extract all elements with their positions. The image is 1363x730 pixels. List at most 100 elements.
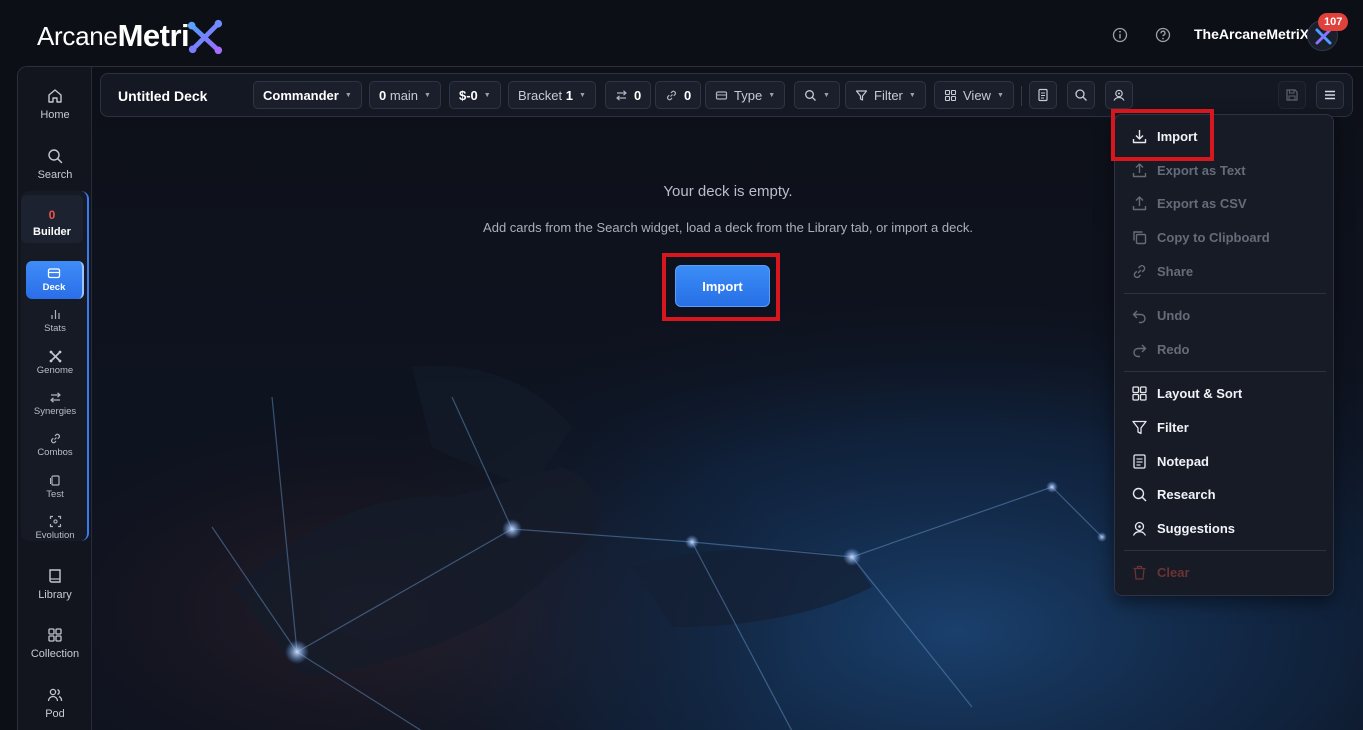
sidebar-item-label: Test <box>46 489 64 500</box>
sidebar-item-home[interactable]: Home <box>18 87 92 121</box>
sidebar-subitem-genome[interactable]: Genome <box>18 350 92 376</box>
sidebar-item-label: Genome <box>36 365 74 376</box>
upload-icon <box>1132 195 1147 210</box>
save-button[interactable] <box>1278 81 1306 109</box>
sidebar-item-library[interactable]: Library <box>18 567 92 601</box>
highlight-box <box>1111 109 1214 161</box>
deck-actions-menu: Import Export as Text Export as CSV Copy… <box>1114 114 1334 596</box>
sidebar-item-label: Deck <box>42 282 66 293</box>
main-count-dropdown[interactable]: 0 main ▼ <box>369 81 441 109</box>
menu-item-export-csv[interactable]: Export as CSV <box>1131 193 1247 213</box>
combo-count-button[interactable]: 0 <box>655 81 702 109</box>
menu-item-label: Suggestions <box>1157 520 1236 536</box>
card-icon <box>715 90 728 100</box>
bar-chart-icon <box>50 310 60 319</box>
card-icon <box>47 268 61 279</box>
username[interactable]: TheArcaneMetriX <box>1194 26 1309 42</box>
menu-item-clear[interactable]: Clear <box>1131 562 1190 582</box>
menu-item-notepad[interactable]: Notepad <box>1131 451 1209 471</box>
sidebar-subitem-deck[interactable]: Deck <box>26 261 84 299</box>
research-button[interactable] <box>1067 81 1095 109</box>
undo-icon <box>1132 310 1146 323</box>
filter-dropdown[interactable]: Filter ▼ <box>845 81 926 109</box>
menu-item-copy-clipboard[interactable]: Copy to Clipboard <box>1131 227 1270 247</box>
sidebar-subitem-stats[interactable]: Stats <box>18 308 92 334</box>
search-icon <box>48 149 63 164</box>
logo-x-icon <box>188 19 223 55</box>
search-icon <box>1132 487 1147 502</box>
grid-icon <box>48 628 62 642</box>
menu-item-label: Layout & Sort <box>1157 385 1243 401</box>
chevron-down-icon: ▼ <box>996 91 1004 99</box>
grid-icon <box>1132 385 1147 401</box>
filter-label: Filter <box>874 87 903 103</box>
sidebar-item-label: Combos <box>37 447 73 458</box>
notepad-icon <box>1133 453 1146 469</box>
combo-count-value: 0 <box>684 87 692 103</box>
filter-icon <box>855 89 868 101</box>
notification-badge[interactable]: 107 <box>1318 13 1349 31</box>
sidebar-item-label: Evolution <box>35 530 75 541</box>
help-icon[interactable] <box>1155 27 1171 43</box>
suggestions-button[interactable] <box>1105 81 1133 109</box>
grid-icon <box>944 89 957 101</box>
menu-divider <box>1124 293 1326 294</box>
filter-icon <box>1132 420 1147 434</box>
price-value: $-0 <box>459 87 478 103</box>
menu-item-export-text[interactable]: Export as Text <box>1131 160 1246 180</box>
builder-count: 0 <box>48 208 56 222</box>
sidebar-subitem-combos[interactable]: Combos <box>18 432 92 458</box>
logo-text-metri: Metri <box>117 18 190 53</box>
menu-item-undo[interactable]: Undo <box>1131 305 1190 325</box>
menu-item-layout-sort[interactable]: Layout & Sort <box>1131 383 1242 403</box>
sidebar-subitem-test[interactable]: Test <box>18 474 92 500</box>
sidebar-item-search[interactable]: Search <box>18 147 92 181</box>
price-dropdown[interactable]: $-0 ▼ <box>449 81 501 109</box>
menu-item-share[interactable]: Share <box>1131 261 1193 281</box>
sidebar-item-collection[interactable]: Collection <box>18 626 92 660</box>
menu-item-label: Export as CSV <box>1157 195 1247 211</box>
sidebar-item-pod[interactable]: Pod <box>18 686 92 720</box>
view-dropdown[interactable]: View ▼ <box>934 81 1014 109</box>
redo-icon <box>1133 344 1147 357</box>
menu-item-label: Filter <box>1157 419 1189 435</box>
chevron-down-icon: ▼ <box>344 91 352 99</box>
info-icon[interactable] <box>1112 27 1128 43</box>
toolbar-divider <box>1021 86 1022 106</box>
sidebar-item-builder[interactable]: 0 Builder <box>21 195 83 243</box>
menu-item-research[interactable]: Research <box>1131 484 1216 504</box>
menu-button[interactable] <box>1316 81 1344 109</box>
sidebar-item-label: Synergies <box>33 406 77 417</box>
sidebar-item-label: Collection <box>30 648 80 660</box>
menu-item-label: Copy to Clipboard <box>1157 229 1270 245</box>
swap-arrows-icon <box>616 89 627 101</box>
search-icon <box>805 89 816 101</box>
sidebar-item-label: Stats <box>44 323 66 334</box>
menu-item-label: Undo <box>1157 307 1191 323</box>
sidebar-item-label: Pod <box>45 708 65 720</box>
swap-count-button[interactable]: 0 <box>605 81 652 109</box>
sidebar-subitem-evolution[interactable]: Evolution <box>18 515 92 541</box>
menu-divider <box>1124 371 1326 372</box>
hamburger-menu-icon <box>1325 90 1335 100</box>
home-icon <box>48 89 62 103</box>
type-dropdown[interactable]: Type ▼ <box>705 81 786 109</box>
search-mode-dropdown[interactable]: ▼ <box>794 81 840 109</box>
menu-item-suggestions[interactable]: Suggestions <box>1131 518 1235 538</box>
format-dropdown[interactable]: Commander ▼ <box>253 81 362 109</box>
menu-item-filter[interactable]: Filter <box>1131 417 1189 437</box>
deck-name[interactable]: Untitled Deck <box>118 88 207 104</box>
menu-item-label: Share <box>1157 263 1194 279</box>
menu-item-redo[interactable]: Redo <box>1131 339 1190 359</box>
menu-item-label: Clear <box>1157 564 1190 580</box>
bracket-dropdown[interactable]: Bracket 1 ▼ <box>508 81 596 109</box>
link-icon <box>1133 264 1146 278</box>
sidebar-subitem-synergies[interactable]: Synergies <box>18 391 92 417</box>
app-logo[interactable]: Arcane Metri <box>37 16 224 56</box>
link-icon <box>50 433 60 444</box>
notepad-icon <box>1038 88 1048 102</box>
swap-arrows-icon <box>49 392 61 403</box>
save-icon <box>1286 89 1298 101</box>
chevron-down-icon: ▼ <box>578 91 586 99</box>
notepad-button[interactable] <box>1029 81 1057 109</box>
